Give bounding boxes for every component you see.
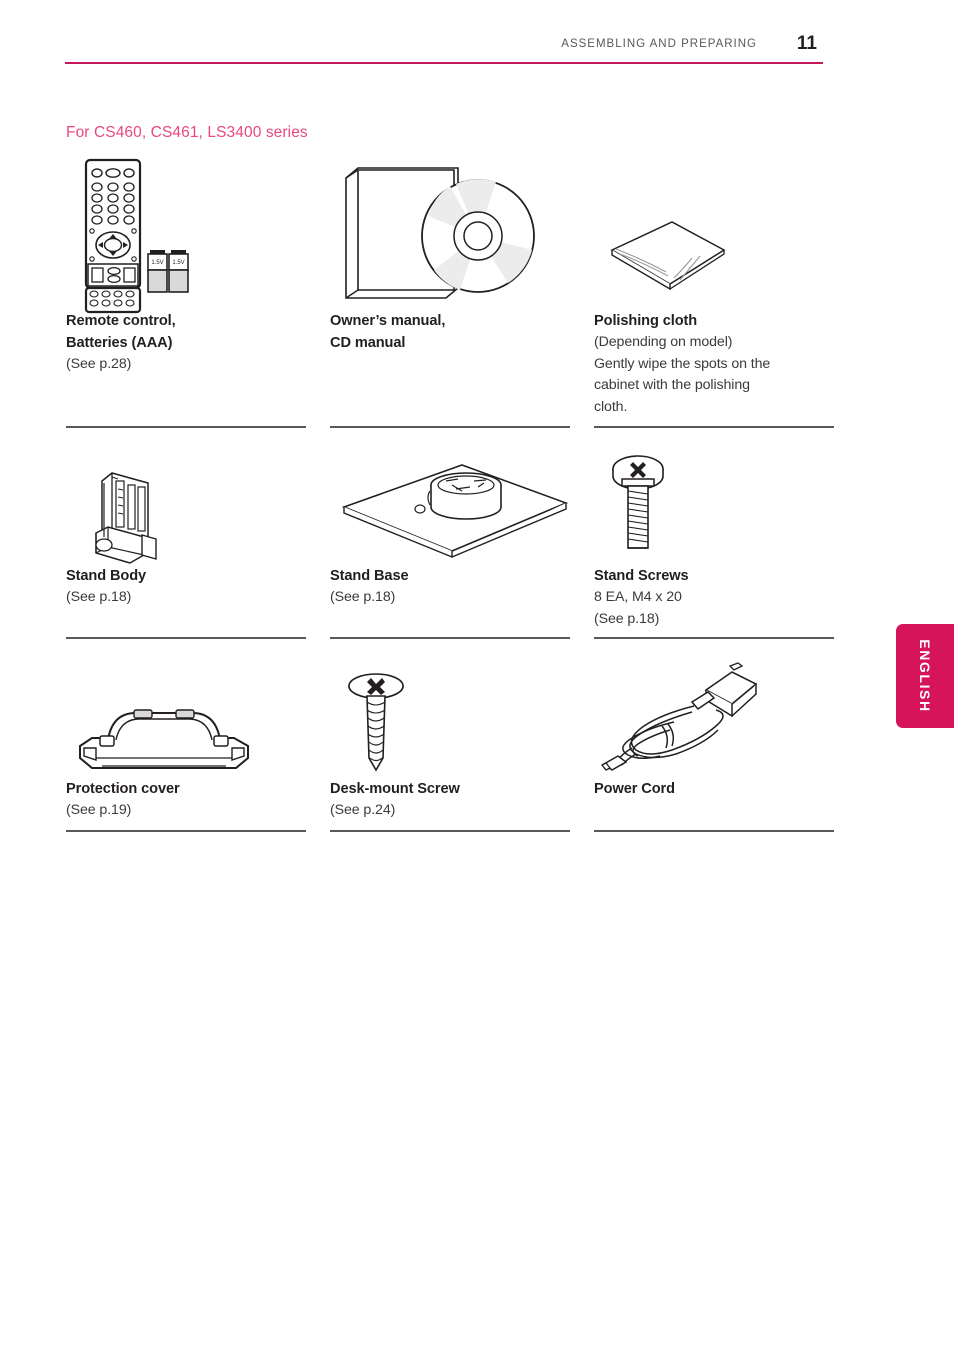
cell-divider: [594, 830, 834, 832]
accessory-item-stand-screws: Stand Screws 8 EA, M4 x 20 (See p.18): [594, 445, 858, 639]
accessory-caption: Owner’s manual, CD manual: [330, 310, 594, 426]
desk-mount-screw-icon: [330, 658, 594, 778]
accessory-note4: cloth.: [594, 398, 628, 415]
svg-text:1.5V: 1.5V: [151, 260, 163, 266]
cell-divider: [66, 830, 306, 832]
stand-base-icon: [330, 445, 594, 565]
accessory-title-line1: Power Cord: [594, 781, 675, 797]
language-tab-english: ENGLISH: [896, 624, 954, 728]
accessory-title-line2: Batteries (AAA): [66, 335, 173, 352]
accessory-caption: Stand Screws 8 EA, M4 x 20 (See p.18): [594, 565, 858, 637]
cell-divider: [330, 637, 570, 639]
accessory-grid: 1.5V 1.5V Remote control, Batteries (AAA…: [66, 150, 858, 832]
accessory-item-remote-control: 1.5V 1.5V Remote control, Batteries (AAA…: [66, 150, 330, 428]
accessory-note1: (Depending on model): [594, 334, 733, 351]
accessory-note1: 8 EA, M4 x 20: [594, 589, 682, 606]
page-number: 11: [796, 33, 817, 54]
accessory-item-stand-body: Stand Body (See p.18): [66, 445, 330, 639]
header-title: ASSEMBLING AND PREPARING: [561, 38, 757, 50]
page-header: ASSEMBLING AND PREPARING 11: [65, 33, 823, 62]
svg-text:1.5V: 1.5V: [172, 260, 184, 266]
protection-cover-icon: [66, 658, 330, 778]
accessory-item-polishing-cloth: Polishing cloth (Depending on model) Gen…: [594, 150, 858, 428]
header-divider: [65, 62, 823, 64]
accessory-note1: (See p.24): [330, 802, 396, 819]
cell-divider: [330, 426, 570, 428]
accessory-note1: (See p.19): [66, 802, 132, 819]
polishing-cloth-icon: [594, 150, 858, 310]
accessory-item-owners-manual: Owner’s manual, CD manual: [330, 150, 594, 428]
language-tab-label: ENGLISH: [917, 639, 933, 713]
accessory-note1: (See p.18): [66, 589, 132, 606]
stand-body-icon: [66, 445, 330, 565]
accessory-item-stand-base: Stand Base (See p.18): [330, 445, 594, 639]
owners-manual-cd-icon: [330, 150, 594, 310]
accessory-row: Stand Body (See p.18) Stand Base (See p.…: [66, 445, 858, 639]
accessory-note3: cabinet with the polishing: [594, 377, 750, 394]
accessory-title-line1: Owner’s manual,: [330, 313, 446, 329]
accessory-note2: (See p.18): [594, 610, 660, 627]
accessory-row: Protection cover (See p.19) Desk-mount S…: [66, 658, 858, 832]
section-title: For CS460, CS461, LS3400 series: [66, 124, 308, 141]
accessory-item-desk-mount-screw: Desk-mount Screw (See p.24): [330, 658, 594, 832]
accessory-note1: (See p.18): [330, 589, 396, 606]
accessory-item-power-cord: Power Cord: [594, 658, 858, 832]
power-cord-icon: [594, 658, 858, 778]
accessory-caption: Remote control, Batteries (AAA) (See p.2…: [66, 310, 330, 426]
stand-screws-icon: [594, 445, 858, 565]
accessory-caption: Power Cord: [594, 778, 858, 830]
accessory-item-protection-cover: Protection cover (See p.19): [66, 658, 330, 832]
accessory-row: 1.5V 1.5V Remote control, Batteries (AAA…: [66, 150, 858, 428]
cell-divider: [66, 637, 306, 639]
cell-divider: [330, 830, 570, 832]
accessory-note1: (See p.28): [66, 356, 132, 373]
accessory-title-line2: CD manual: [330, 335, 406, 352]
cell-divider: [594, 637, 834, 639]
accessory-note2: Gently wipe the spots on the: [594, 355, 771, 372]
accessory-title-line1: Stand Screws: [594, 568, 689, 584]
cell-divider: [594, 426, 834, 428]
remote-control-batteries-icon: 1.5V 1.5V: [66, 150, 330, 314]
cell-divider: [66, 426, 306, 428]
accessory-caption: Stand Base (See p.18): [330, 565, 594, 637]
